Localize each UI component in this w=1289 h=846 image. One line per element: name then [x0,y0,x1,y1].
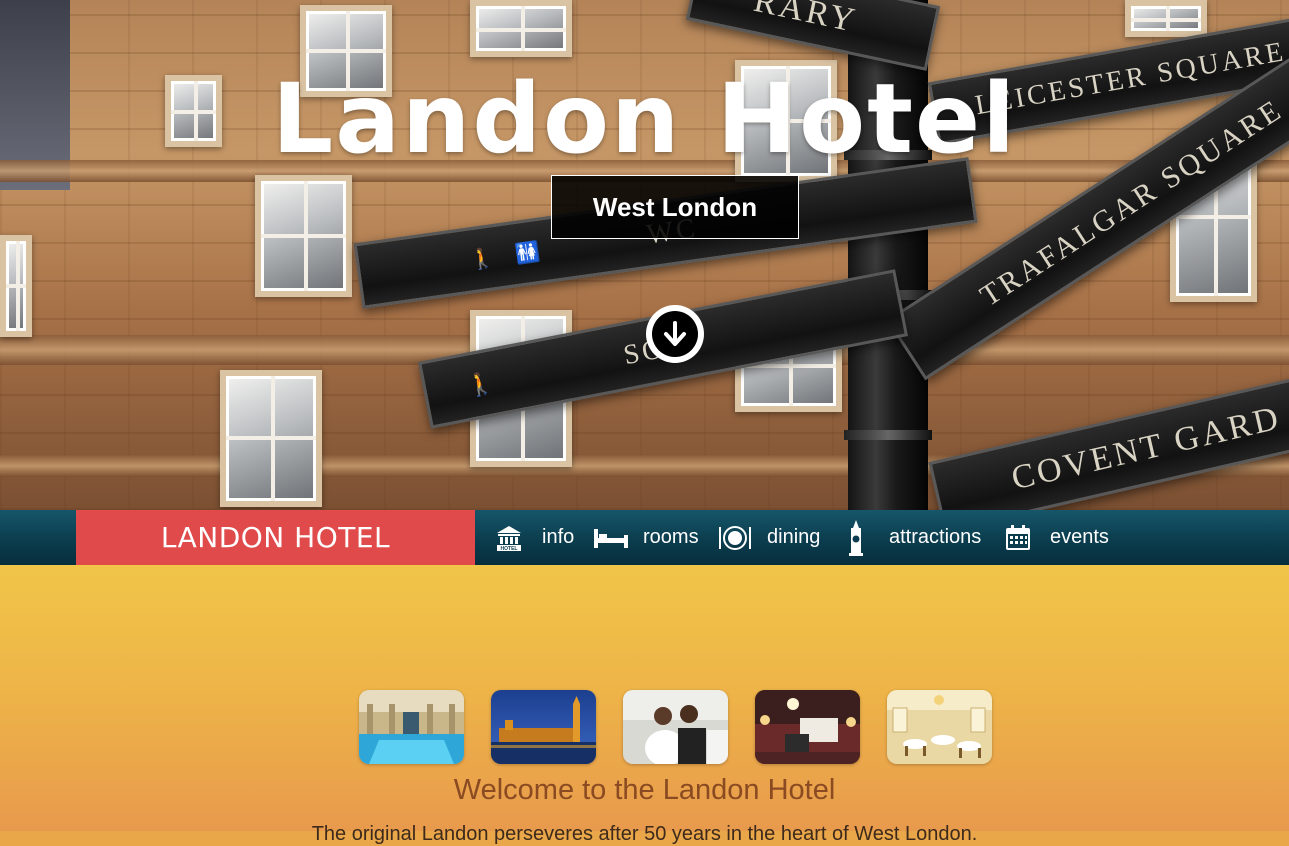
pool-thumbnail[interactable] [359,690,464,764]
building-window [0,235,32,337]
svg-text:HOTEL: HOTEL [501,546,518,552]
arrow-down-circle-icon [652,311,698,357]
welcome-heading: Welcome to the Landon Hotel [453,774,836,806]
location-badge: West London [551,175,799,239]
nav-label: rooms [643,526,699,548]
banquet-hall-thumbnail[interactable] [887,690,992,764]
nav-item-info[interactable]: HOTEL info [495,510,574,565]
welcome-section: Welcome to the Landon Hotel The original… [0,565,1289,845]
street-sign-covent-garden: COVENT GARD [928,349,1289,510]
nav-item-events[interactable]: events [1004,510,1109,565]
main-navbar: LANDON HOTEL HOTEL info rooms dining att… [0,510,1289,565]
building-window [220,370,322,507]
hotel-icon: HOTEL [497,525,521,552]
hotel-title: Landon Hotel [272,63,1017,175]
big-ben-icon [849,519,863,556]
building-window [470,0,572,57]
building-window [1125,0,1207,37]
nav-label: info [542,526,575,548]
bedroom-thumbnail[interactable] [755,690,860,764]
calendar-icon [1006,524,1030,550]
hero-banner: RARY LEICESTER SQUARE TRAFALGAR SQUARE 🚶… [0,0,1289,510]
nav-label: attractions [889,526,982,548]
intro-paragraph: The original Landon perseveres after 50 … [311,823,978,845]
brand-logo[interactable]: LANDON HOTEL [76,510,475,565]
building-window [255,175,352,297]
nav-item-attractions[interactable]: attractions [847,510,981,565]
bed-icon [594,528,628,548]
nav-label: dining [767,526,821,548]
parliament-thumbnail[interactable] [491,690,596,764]
nav-label: events [1050,526,1109,548]
nav-item-rooms[interactable]: rooms [593,510,699,565]
plate-icon [719,525,751,550]
scroll-down-button[interactable] [646,305,704,363]
nav-item-dining[interactable]: dining [718,510,820,565]
wedding-thumbnail[interactable] [623,690,728,764]
